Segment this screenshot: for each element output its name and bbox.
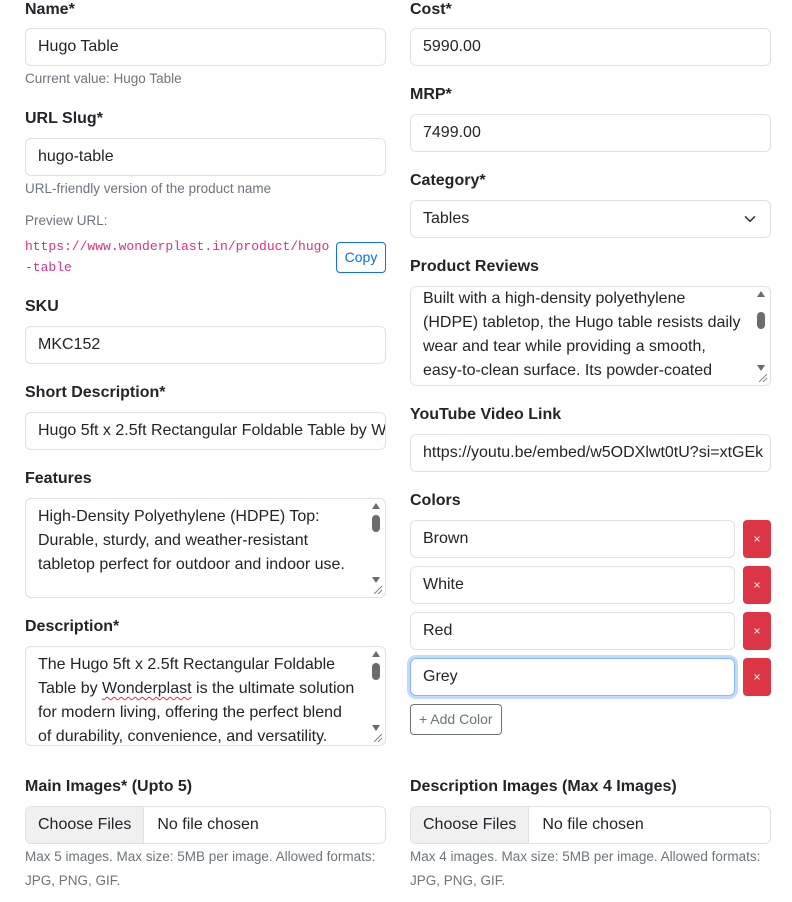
remove-color-button[interactable]: × [743, 566, 771, 604]
main-images-status: No file chosen [157, 816, 259, 833]
youtube-input[interactable]: https://youtu.be/embed/w5ODXlwt0tU?si=xt… [410, 434, 771, 472]
color-input[interactable]: Brown [410, 520, 735, 558]
remove-color-button[interactable]: × [743, 658, 771, 696]
resize-grip-icon[interactable] [374, 586, 382, 594]
resize-grip-icon[interactable] [759, 374, 767, 382]
description-textarea[interactable]: The Hugo 5ft x 2.5ft Rectangular Foldabl… [25, 646, 386, 746]
scroll-thumb[interactable] [372, 663, 380, 680]
category-select[interactable]: Tables [410, 200, 771, 238]
reviews-scrollbar[interactable] [756, 291, 767, 371]
scroll-down-icon[interactable] [372, 577, 380, 583]
youtube-label: YouTube Video Link [410, 406, 562, 423]
description-label: Description* [25, 618, 120, 635]
add-color-button[interactable]: + Add Color [410, 704, 502, 735]
sku-label: SKU [25, 298, 59, 315]
category-label: Category* [410, 172, 486, 189]
copy-url-button[interactable]: Copy [336, 242, 386, 273]
spelling-error-word: Wonderplast [102, 680, 192, 697]
description-images-help-line2: JPG, PNG, GIF. [410, 873, 506, 888]
sku-input[interactable]: MKC152 [25, 326, 386, 364]
short-description-label: Short Description* [25, 384, 166, 401]
name-input[interactable]: Hugo Table [25, 28, 386, 66]
scroll-thumb[interactable] [372, 515, 380, 532]
name-help: Current value: Hugo Table [25, 71, 182, 86]
cost-label: Cost* [410, 1, 452, 18]
slug-label: URL Slug* [25, 110, 103, 127]
preview-url-label: Preview URL: [25, 213, 108, 228]
scroll-down-icon[interactable] [372, 725, 380, 731]
category-value: Tables [423, 210, 470, 227]
slug-input[interactable]: hugo-table [25, 138, 386, 176]
color-row: White × [410, 566, 771, 604]
color-input-focused[interactable]: Grey [410, 658, 735, 696]
mrp-label: MRP* [410, 86, 452, 103]
main-images-label: Main Images* (Upto 5) [25, 778, 193, 795]
description-scrollbar[interactable] [371, 651, 382, 731]
features-scrollbar[interactable] [371, 503, 382, 583]
features-textarea[interactable]: High-Density Polyethylene (HDPE) Top: Du… [25, 498, 386, 598]
preview-url: https://www.wonderplast.in/product/hugo-… [25, 239, 330, 275]
features-label: Features [25, 470, 92, 487]
chevron-down-icon [744, 216, 756, 223]
description-images-status: No file chosen [542, 816, 644, 833]
main-images-help-line2: JPG, PNG, GIF. [25, 873, 121, 888]
colors-label: Colors [410, 492, 461, 509]
main-images-input[interactable]: Choose Files No file chosen [25, 806, 386, 844]
slug-help: URL-friendly version of the product name [25, 181, 272, 196]
remove-color-button[interactable]: × [743, 520, 771, 558]
remove-color-button[interactable]: × [743, 612, 771, 650]
description-images-input[interactable]: Choose Files No file chosen [410, 806, 771, 844]
features-text: High-Density Polyethylene (HDPE) Top: Du… [38, 508, 345, 573]
main-images-help-line1: Max 5 images. Max size: 5MB per image. A… [25, 849, 376, 864]
scroll-thumb[interactable] [757, 312, 765, 329]
scroll-up-icon[interactable] [372, 651, 380, 657]
color-input[interactable]: Red [410, 612, 735, 650]
resize-grip-icon[interactable] [374, 734, 382, 742]
reviews-text: Built with a high-density polyethylene (… [423, 290, 741, 379]
color-row: Red × [410, 612, 771, 650]
color-row: Brown × [410, 520, 771, 558]
description-images-help-line1: Max 4 images. Max size: 5MB per image. A… [410, 849, 761, 864]
product-form: Name* Hugo Table Current value: Hugo Tab… [0, 0, 792, 902]
mrp-input[interactable]: 7499.00 [410, 114, 771, 152]
color-row: Grey × [410, 658, 771, 696]
cost-input[interactable]: 5990.00 [410, 28, 771, 66]
scroll-up-icon[interactable] [757, 291, 765, 297]
reviews-label: Product Reviews [410, 258, 539, 275]
scroll-down-icon[interactable] [757, 365, 765, 371]
color-input[interactable]: White [410, 566, 735, 604]
main-images-choose-button[interactable]: Choose Files [26, 807, 145, 843]
description-images-choose-button[interactable]: Choose Files [411, 807, 530, 843]
scroll-up-icon[interactable] [372, 503, 380, 509]
description-text: The Hugo 5ft x 2.5ft Rectangular Foldabl… [38, 656, 355, 745]
reviews-textarea[interactable]: Built with a high-density polyethylene (… [410, 286, 771, 386]
description-images-label: Description Images (Max 4 Images) [410, 778, 677, 795]
name-label: Name* [25, 1, 75, 18]
short-description-input[interactable]: Hugo 5ft x 2.5ft Rectangular Foldable Ta… [25, 412, 386, 450]
